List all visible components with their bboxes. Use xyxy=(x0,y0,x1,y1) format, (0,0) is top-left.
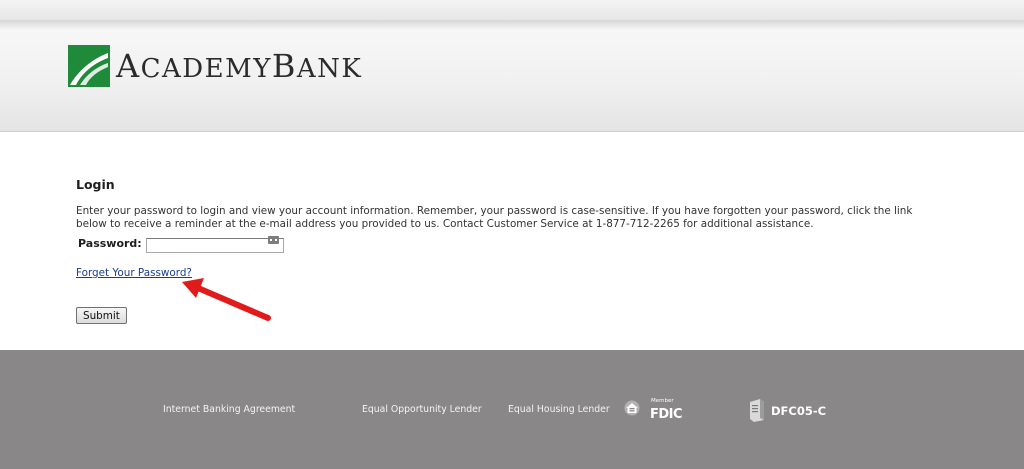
logo-text: ACADEMYBANK xyxy=(116,50,362,82)
password-input[interactable] xyxy=(145,238,284,253)
header: ACADEMYBANK xyxy=(0,20,1024,132)
submit-button[interactable]: Submit xyxy=(76,307,127,324)
equal-opportunity-lender-text: Equal Opportunity Lender xyxy=(362,404,482,415)
password-key-icon[interactable] xyxy=(267,236,279,244)
login-instructions: Enter your password to login and view yo… xyxy=(76,205,913,230)
red-arrow-annotation xyxy=(182,278,271,321)
fdic-member-text: Member xyxy=(651,398,674,404)
server-code: DFC05-C xyxy=(771,404,827,418)
password-row: Password: xyxy=(78,233,284,253)
fdic-badge: Member FDIC xyxy=(650,398,683,422)
forgot-password-link[interactable]: Forget Your Password? xyxy=(76,267,192,279)
password-label: Password: xyxy=(78,236,142,250)
equal-housing-lender-text: Equal Housing Lender xyxy=(508,404,610,415)
page-title: Login xyxy=(76,177,115,192)
server-icon xyxy=(750,399,764,422)
logo-text-part2-rest: ANK xyxy=(296,54,363,84)
footer: Internet Banking Agreement Equal Opportu… xyxy=(0,350,1024,469)
logo-text-part1-rest: CADEMY xyxy=(140,54,272,84)
equal-housing-icon xyxy=(624,400,640,416)
academy-bank-logo[interactable]: ACADEMYBANK xyxy=(68,44,362,88)
logo-text-part1-initial: A xyxy=(116,47,141,85)
password-field-wrap xyxy=(145,233,284,253)
top-strip xyxy=(0,0,1024,20)
logo-mark-icon xyxy=(68,45,110,87)
logo-text-part2-initial: B xyxy=(271,47,297,85)
internet-banking-agreement-link[interactable]: Internet Banking Agreement xyxy=(163,404,295,415)
fdic-text: FDIC xyxy=(650,406,683,422)
